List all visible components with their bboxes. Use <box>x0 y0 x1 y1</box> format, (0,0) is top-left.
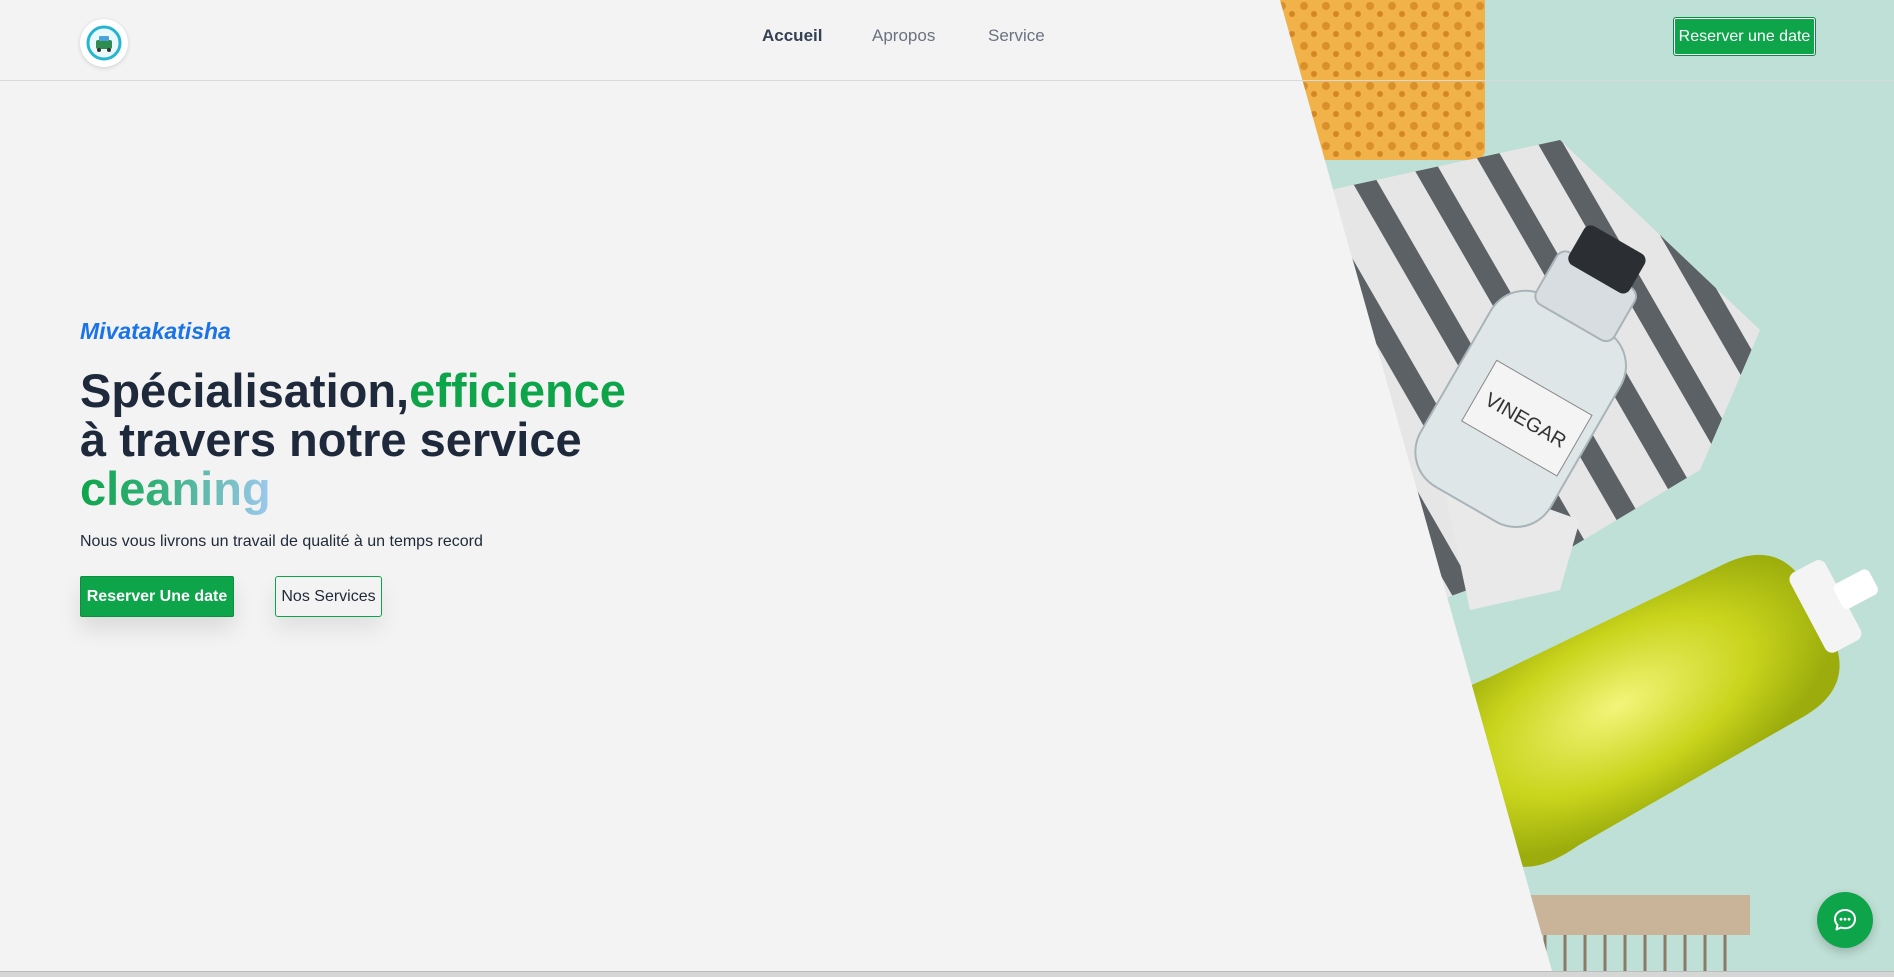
headline-part-1: Spécialisation, <box>80 364 410 417</box>
reserve-date-button[interactable]: Reserver Une date <box>80 576 234 617</box>
reserve-date-header-button[interactable]: Reserver une date <box>1673 17 1816 56</box>
top-navbar: Accueil Apropos Service Reserver une dat… <box>0 0 1894 81</box>
nav-accueil[interactable]: Accueil <box>762 26 822 46</box>
nav-apropos[interactable]: Apropos <box>872 26 935 46</box>
cleaning-logo-icon[interactable] <box>80 19 128 67</box>
svg-text:VINEGAR: VINEGAR <box>1481 389 1570 453</box>
headline-cleaning: cleaning <box>80 462 271 515</box>
nav-service[interactable]: Service <box>988 26 1045 46</box>
headline-part-3: à travers notre service <box>80 413 582 466</box>
our-services-button[interactable]: Nos Services <box>275 576 382 617</box>
brand-name: Mivatakatisha <box>80 318 231 344</box>
page-bottom-border <box>0 971 1894 977</box>
headline-efficience: efficience <box>409 364 626 417</box>
chat-button[interactable] <box>1817 892 1873 948</box>
chat-bubble-icon <box>1834 909 1856 931</box>
hero-headline: Spécialisation,efficience à travers notr… <box>80 366 680 513</box>
hero-subtext: Nous vous livrons un travail de qualité … <box>80 533 483 550</box>
